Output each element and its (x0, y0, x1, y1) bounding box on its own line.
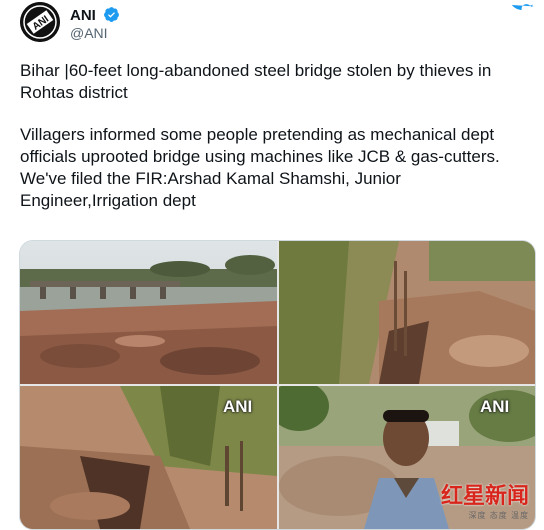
account-name-row[interactable]: ANI (70, 6, 120, 24)
tweet-text-line-1: Bihar |60-feet long-abandoned steel brid… (20, 61, 492, 102)
twitter-bird-icon[interactable] (510, 3, 534, 25)
account-handle[interactable]: @ANI (70, 25, 108, 41)
tweet-header: ANI ANI @ANI (20, 2, 534, 42)
media-grid: ANI ANI 红星新闻 深度 态度 温度 (19, 240, 536, 530)
account-avatar[interactable]: ANI (20, 2, 60, 42)
photo-official-interview[interactable]: ANI 红星新闻 深度 态度 温度 (279, 386, 535, 529)
brand-main-text: 红星新闻 (440, 483, 529, 509)
brand-sub-text: 深度 态度 温度 (468, 511, 529, 520)
tweet-text-line-2: Villagers informed some people pretendin… (20, 125, 500, 210)
red-star-news-watermark: 红星新闻 深度 态度 温度 (441, 484, 529, 521)
verified-badge-icon (104, 7, 119, 22)
photo-river-bridge[interactable] (20, 241, 277, 384)
ani-watermark-3: ANI (223, 397, 253, 416)
photo-dug-soil[interactable]: ANI (20, 386, 277, 529)
account-name[interactable]: ANI (70, 7, 96, 24)
ani-watermark-4: ANI (480, 397, 510, 416)
tweet-body: Bihar |60-feet long-abandoned steel brid… (20, 60, 540, 212)
ani-logo-icon: ANI (20, 2, 60, 42)
photo-uprooted-bank[interactable] (279, 241, 535, 384)
